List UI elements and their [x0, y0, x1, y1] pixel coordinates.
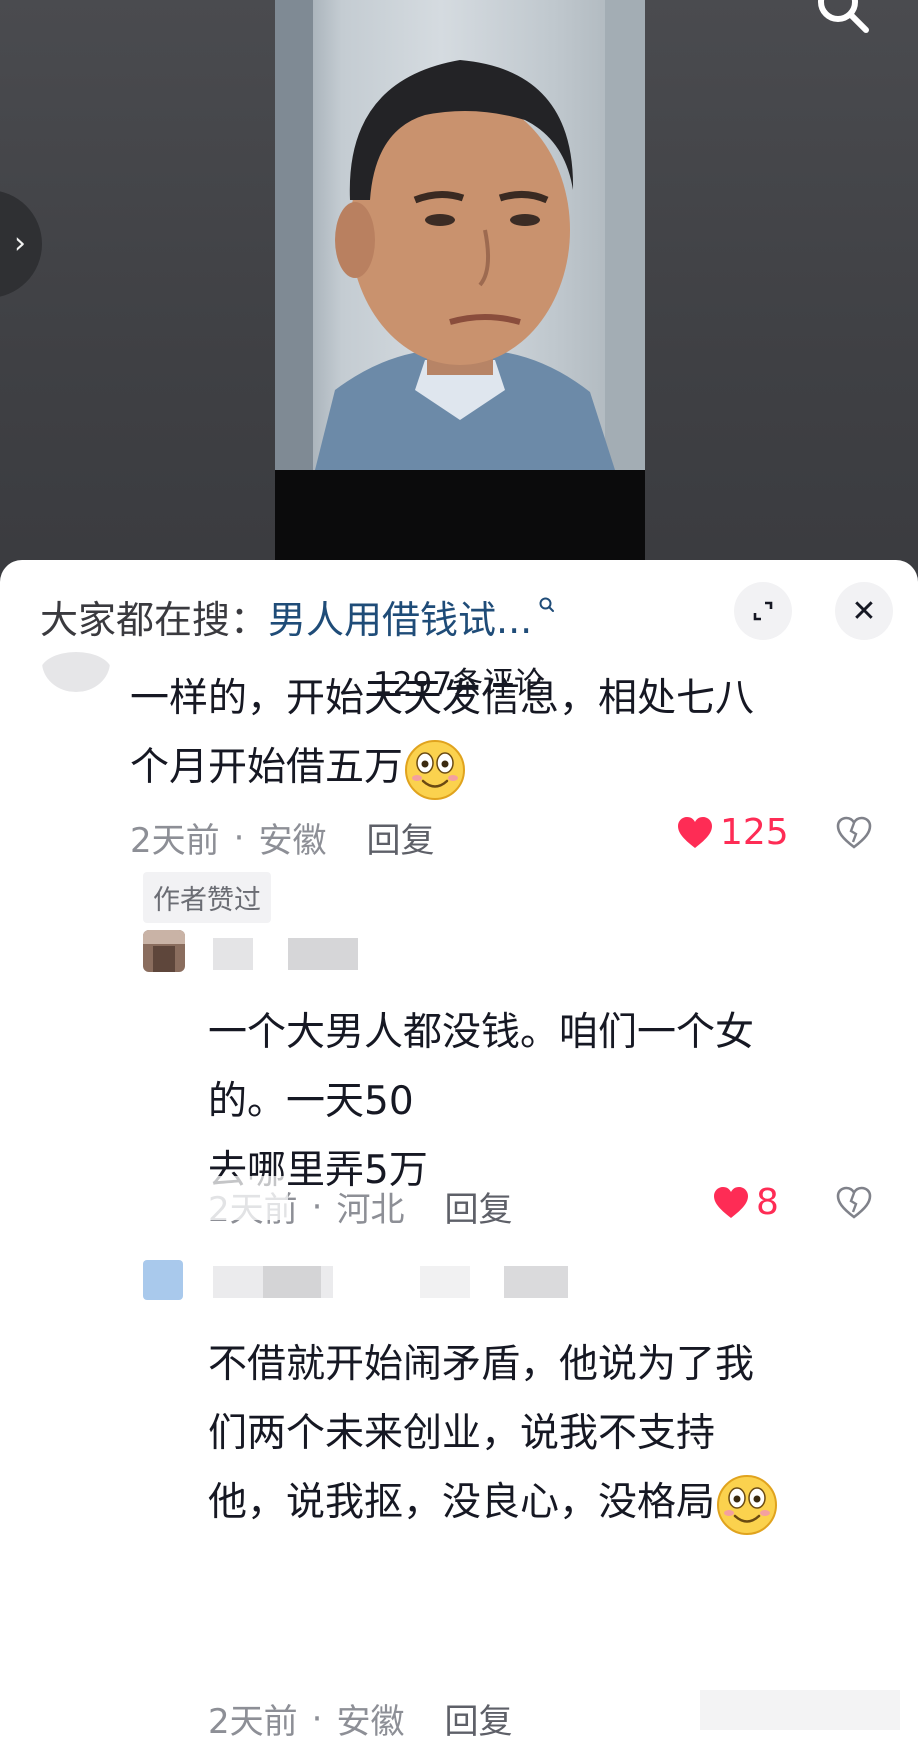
comment-time: 2天前: [130, 821, 220, 861]
comment-location: 安徽: [336, 1702, 405, 1742]
smiling-emoji-icon: [405, 739, 466, 800]
dislike-icon[interactable]: [836, 816, 872, 850]
comment-text: 一个大男人都没钱。咱们一个女 的。一天50 去哪里弄5万: [208, 1010, 755, 1193]
like-count: 125: [720, 812, 789, 853]
like-button[interactable]: 8: [712, 1182, 779, 1223]
avatar[interactable]: [143, 1260, 183, 1300]
trending-search-term[interactable]: 男人用借钱试...: [268, 589, 532, 644]
expand-icon: [753, 601, 773, 621]
avatar[interactable]: [40, 652, 112, 692]
author-liked-badge: 作者赞过: [143, 872, 271, 923]
video-player[interactable]: ›: [0, 0, 918, 600]
like-count: 8: [756, 1182, 779, 1223]
comment-meta: 2天前 · 安徽 回复: [130, 813, 434, 862]
comment-location: 安徽: [258, 821, 327, 861]
video-frame[interactable]: [275, 0, 645, 560]
blurred-like-area: [700, 1690, 900, 1730]
like-button[interactable]: 125: [676, 812, 789, 853]
comment-location: 河北: [336, 1190, 405, 1230]
search-icon: [539, 597, 555, 612]
reply-button[interactable]: 回复: [444, 1694, 512, 1743]
heart-icon: [678, 816, 712, 848]
trending-search-prefix: 大家都在搜：: [40, 597, 269, 642]
comment-panel: 大家都在搜： 男人用借钱试... ✕ 1297条评论 一样的，开始天天发信息，相…: [0, 560, 918, 1747]
comment-time: 2天前: [208, 1702, 298, 1742]
video-scene-background: [275, 0, 645, 470]
blurred-username: [420, 1266, 470, 1298]
comment-text: 不借就开始闹矛盾，他说为了我 们两个未来创业，说我不支持 他，说我抠，没良心，没…: [208, 1330, 779, 1537]
blurred-username: [504, 1266, 568, 1298]
side-panel-toggle-button[interactable]: ›: [0, 190, 42, 298]
close-button[interactable]: ✕: [835, 582, 893, 640]
smiling-emoji-icon: [717, 1474, 778, 1535]
blurred-username: [213, 938, 253, 970]
expand-button[interactable]: [734, 582, 792, 640]
blurred-username: [288, 938, 358, 970]
comment-text: 一样的，开始天天发信息，相处七八 个月开始借五万: [130, 664, 754, 802]
avatar[interactable]: [143, 930, 185, 972]
reply-button[interactable]: 回复: [444, 1182, 512, 1231]
reply-button[interactable]: 回复: [366, 813, 434, 862]
close-icon: ✕: [851, 593, 877, 629]
dislike-icon[interactable]: [836, 1186, 872, 1220]
trending-search-bar[interactable]: 大家都在搜： 男人用借钱试...: [40, 586, 556, 646]
video-person-image: [275, 0, 645, 470]
heart-icon: [714, 1186, 748, 1218]
search-icon[interactable]: [812, 0, 872, 38]
comment-meta: 2天前 · 安徽 回复: [208, 1694, 512, 1743]
blurred-timestamp: [206, 1176, 288, 1220]
blurred-username: [263, 1266, 321, 1298]
